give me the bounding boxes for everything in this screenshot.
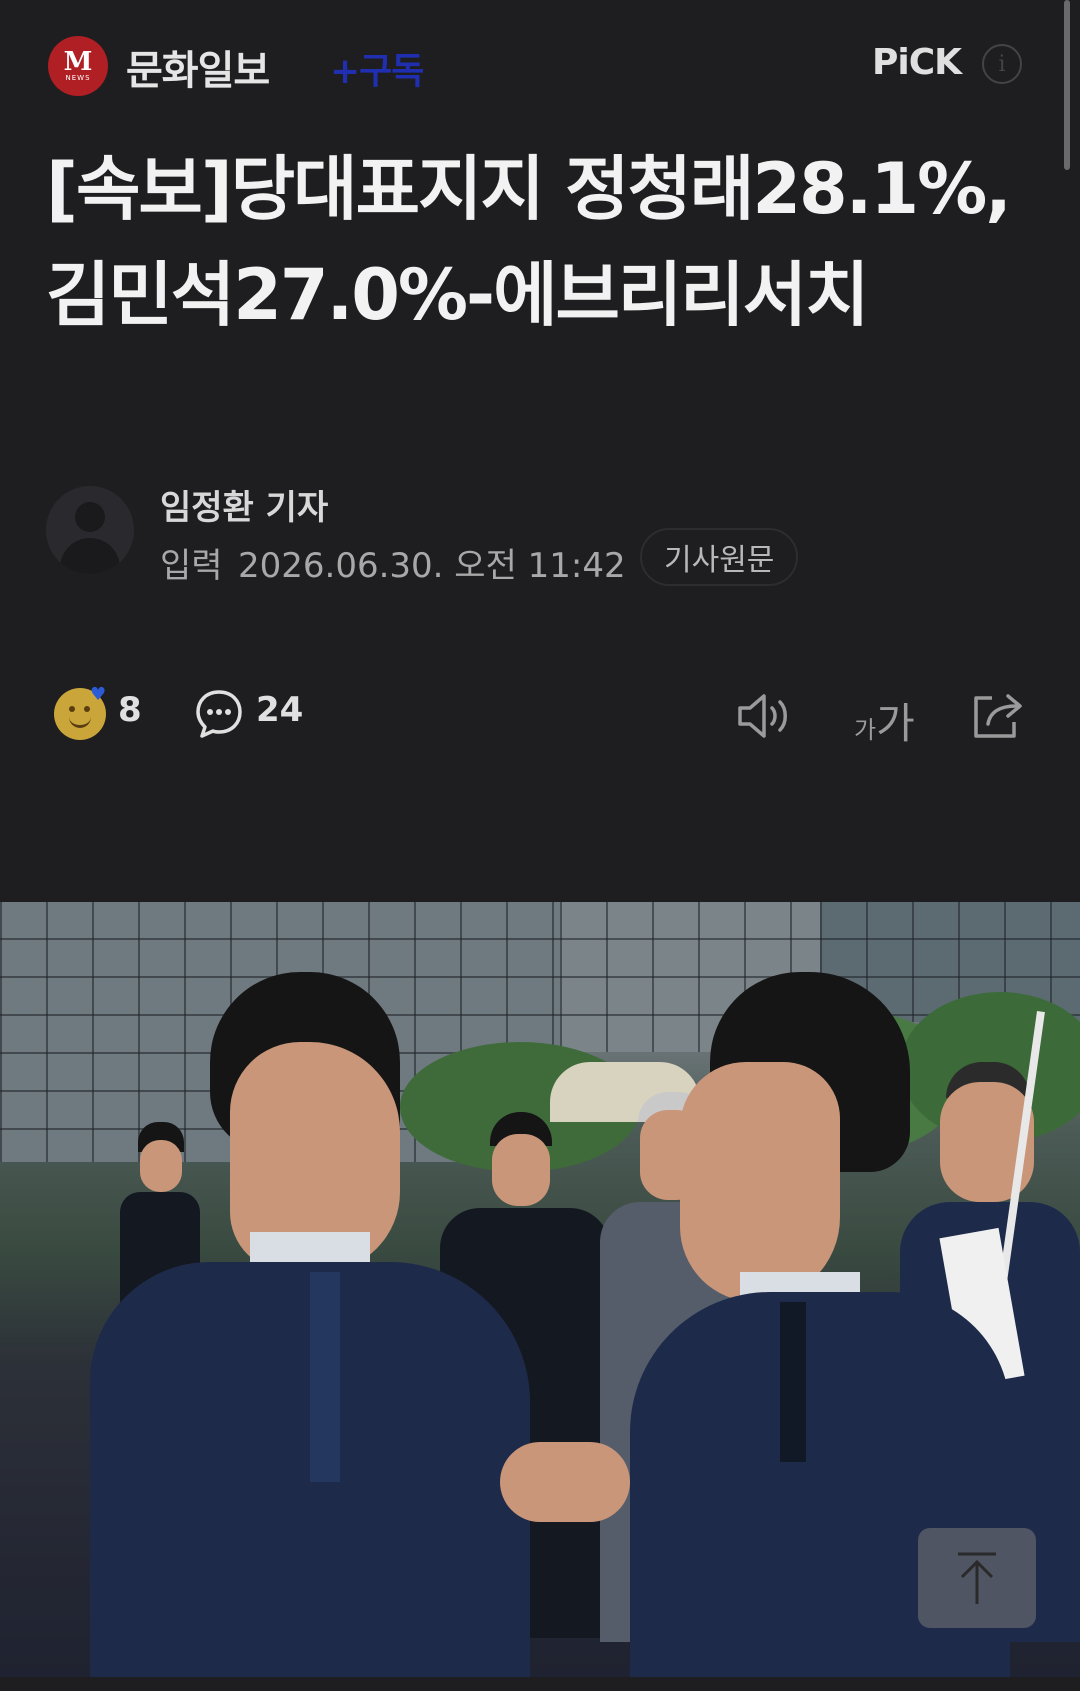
font-size-big-label: 가 [876,699,915,748]
heart-icon: ♥ [90,684,107,705]
font-size-small-label: 가 [854,716,877,744]
handshake [500,1442,630,1522]
reaction-count[interactable]: 8 [118,690,142,730]
reporter-avatar[interactable] [46,486,134,574]
reporter-name[interactable]: 임정환 기자 [160,480,328,529]
person-left [80,972,580,1677]
reaction-mouth [69,714,91,728]
reaction-eye [69,706,75,712]
info-icon-label: i [998,51,1006,77]
subscribe-button[interactable]: +구독 [330,42,424,94]
press-logo[interactable]: M NEWS [48,36,108,96]
share-icon[interactable] [970,688,1026,742]
date-label: 입력 [160,546,223,586]
press-logo-mark: M [63,47,93,77]
press-header: M NEWS 문화일보 +구독 PiCK i [0,0,1080,130]
reaction-eye [84,706,90,712]
original-article-label: 기사원문 [664,543,775,578]
speaker-icon[interactable] [736,690,794,742]
font-size-button[interactable]: 가가 [854,690,915,751]
article-headline: [속보]당대표지지 정청래28.1%, 김민석27.0%-에브리리서치 [46,148,1012,336]
publish-date: 2026.06.30. 오전 11:42 [238,546,626,586]
info-icon[interactable]: i [982,44,1022,84]
comment-count[interactable]: 24 [256,690,303,730]
arrow-up-icon [958,1552,996,1604]
press-name[interactable]: 문화일보 [126,38,270,96]
press-logo-sub: NEWS [65,74,91,82]
original-article-button[interactable]: 기사원문 [640,528,799,586]
avatar-head [75,502,105,532]
comment-icon[interactable] [194,688,244,740]
reaction-icon[interactable]: ♥ [54,684,106,740]
pick-badge: PiCK [872,42,962,83]
avatar-body [60,538,120,574]
scroll-to-top-button[interactable] [918,1528,1036,1628]
